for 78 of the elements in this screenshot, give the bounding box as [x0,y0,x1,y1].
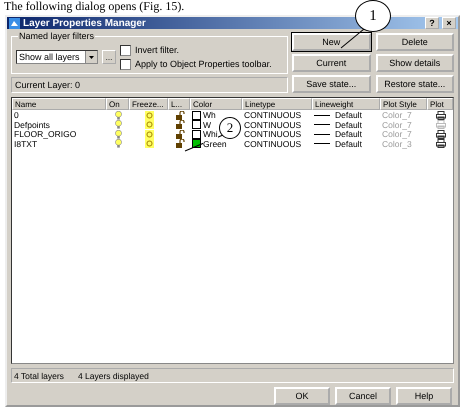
table-cell: W [203,120,212,130]
leader-line [340,28,365,50]
checkbox[interactable] [120,58,131,70]
group-label: Named layer filters [18,31,96,41]
table-cell-text: Defpoints [13,120,51,130]
column-header[interactable]: On [106,98,129,110]
action-button[interactable]: Delete [376,33,454,51]
color-swatch[interactable] [192,110,201,120]
checkbox-option[interactable]: Apply to Object Properties toolbar. [120,58,272,70]
column-header[interactable]: Plot Style [380,98,427,110]
caption-text: The following dialog opens (Fig. 15). [3,0,186,13]
line-sample [314,114,330,116]
table-cell: Green [203,138,227,148]
action-button[interactable]: New [292,33,370,51]
color-swatch[interactable] [192,130,201,138]
table-cell: Default [335,120,362,130]
close-button[interactable]: × [442,17,456,29]
table-cell: Wh [203,110,216,120]
printer-icon[interactable] [436,110,446,120]
column-header[interactable]: Color [190,98,242,110]
lightbulb-icon[interactable] [115,120,122,129]
sun-icon[interactable] [145,130,154,138]
caret-icon [89,56,94,58]
line-sample [314,143,330,144]
app-icon [9,18,20,28]
open-lock-icon[interactable] [176,110,184,120]
column-header[interactable]: Plot [427,98,453,110]
status-text: 4 Layers displayed [78,370,149,380]
filter-dropdown[interactable]: Show all layers [16,50,98,64]
table-cell: Default [335,129,362,139]
dialog-button[interactable]: Cancel [335,387,391,405]
current-layer-text: Current Layer: 0 [11,77,288,93]
open-lock-icon[interactable] [176,139,184,148]
sun-icon[interactable] [145,110,154,120]
table-cell-text: Color_7 [381,110,413,120]
table-cell: Default [335,138,362,148]
lightbulb-icon[interactable] [115,130,122,138]
sun-icon[interactable] [145,139,154,148]
printer-icon[interactable] [436,139,446,148]
line-sample [314,124,330,125]
color-swatch[interactable] [192,139,201,148]
status-text: 4 Total layers [14,370,64,380]
column-header[interactable]: Lineweight [312,98,380,110]
lightbulb-icon[interactable] [115,139,122,148]
table-cell-text: CONTINUOUS [243,138,302,148]
action-button[interactable]: Save state... [292,75,370,93]
sun-icon[interactable] [145,120,154,129]
action-button[interactable]: Show details [376,54,454,72]
open-lock-icon[interactable] [176,130,184,138]
checkbox-option[interactable]: Invert filter. [120,44,272,56]
table-cell-text: 0 [13,110,20,120]
table-cell-text: CONTINUOUS [243,120,302,130]
help-button[interactable]: ? [425,17,439,29]
column-header[interactable]: L... [168,98,190,110]
printer-icon[interactable] [436,130,446,138]
table-cell-text: CONTINUOUS [243,129,302,139]
open-lock-icon[interactable] [176,120,184,129]
table-cell: Default [335,110,362,120]
action-button[interactable]: Restore state... [376,75,454,93]
table-cell-text: I8TXT [13,138,38,148]
checkbox[interactable] [120,44,131,56]
lightbulb-icon[interactable] [115,110,122,120]
table-cell: Whi [203,129,218,139]
column-header[interactable]: Linetype [242,98,312,110]
window-title: Layer Properties Manager [23,18,147,28]
column-header[interactable]: Freeze... [129,98,168,110]
action-button[interactable]: Current [292,54,370,72]
table-cell-text: FLOOR_ORIGO [13,129,78,139]
column-header[interactable]: Name [12,98,106,110]
table-cell-text: Color_7 [381,120,413,130]
table-cell-text: CONTINUOUS [243,110,302,120]
dialog-button[interactable]: OK [274,387,330,405]
more-button[interactable]: ... [102,50,116,64]
table-cell-text: Color_7 [381,129,413,139]
callout-number: 1 [355,0,391,32]
table-cell-text: Color_3 [381,138,413,148]
color-swatch[interactable] [192,120,201,129]
dialog-button[interactable]: Help [396,387,452,405]
